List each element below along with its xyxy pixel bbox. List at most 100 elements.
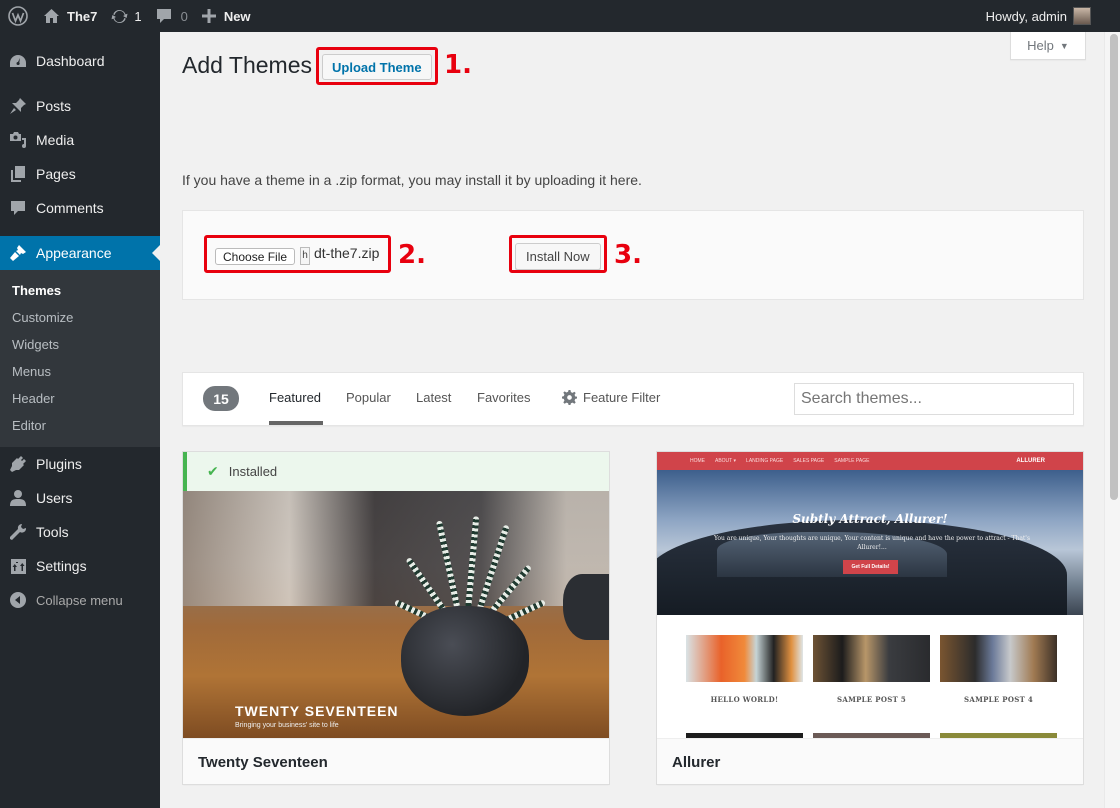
theme-name: Twenty Seventeen (183, 738, 609, 784)
collapse-icon (10, 592, 26, 608)
sidebar-item-dashboard[interactable]: Dashboard (0, 44, 160, 78)
main-content: Help ▼ Add Themes Upload Theme 1. If you… (160, 32, 1104, 808)
comments-link[interactable]: 0 (149, 0, 195, 32)
site-name-link[interactable]: The7 (36, 0, 104, 32)
site-name: The7 (67, 8, 98, 24)
current-tab-indicator (269, 421, 323, 425)
dashboard-icon (10, 55, 26, 67)
sidebar-item-media[interactable]: Media (0, 123, 160, 157)
sidebar-item-appearance[interactable]: Appearance (0, 236, 160, 270)
nav-item: LANDING PAGE (746, 458, 784, 464)
sidebar-item-tools[interactable]: Tools (0, 515, 160, 549)
sidebar-item-label: Pages (36, 166, 76, 182)
allurer-brand: ALLURER (1016, 458, 1045, 464)
theme-name: Allurer (657, 738, 1083, 784)
media-icon (10, 132, 26, 148)
sidebar-item-label: Posts (36, 98, 72, 114)
submenu-item-customize[interactable]: Customize (0, 304, 160, 331)
sidebar-item-pages[interactable]: Pages (0, 157, 160, 191)
plant-pot (401, 606, 529, 716)
post-card: SAMPLE POST 4 (940, 635, 1057, 716)
tab-favorites[interactable]: Favorites (477, 390, 530, 405)
allurer-posts: HELLO WORLD! SAMPLE POST 5 SAMPLE POST 4 (657, 615, 1083, 738)
theme-card-twenty-seventeen[interactable]: ✔ Installed TWENTY SEVENTEEN Bringing yo… (182, 451, 610, 785)
submenu-item-menus[interactable]: Menus (0, 358, 160, 385)
search-themes-input[interactable] (794, 383, 1074, 415)
collapse-menu-button[interactable]: Collapse menu (0, 583, 160, 617)
sidebar-item-label: Comments (36, 200, 104, 216)
theme-screenshot[interactable]: TWENTY SEVENTEEN Bringing your business'… (183, 452, 609, 738)
tab-featured[interactable]: Featured (269, 390, 321, 405)
feature-filter-button[interactable]: Feature Filter (562, 390, 660, 405)
updates-link[interactable]: 1 (104, 0, 148, 32)
checkmark-icon: ✔ (207, 463, 219, 479)
post-card: SAMPLE POST 5 (813, 635, 930, 716)
sidebar-item-label: Media (36, 132, 75, 148)
sidebar-item-label: Plugins (36, 456, 82, 472)
submenu-item-header[interactable]: Header (0, 385, 160, 412)
nav-item: ABOUT ▾ (715, 458, 737, 464)
selected-file-name: dt-the7.zip (314, 245, 380, 261)
sidebar-item-settings[interactable]: Settings (0, 549, 160, 583)
sidebar-item-posts[interactable]: Posts (0, 89, 160, 123)
annotation-step-1: 1. (444, 50, 472, 80)
caret-down-icon: ▼ (1059, 40, 1069, 51)
sidebar-item-label: Appearance (36, 245, 112, 261)
hero-heading: Subtly Attract, Allurer! (792, 512, 948, 526)
user-icon (10, 490, 26, 506)
hero-cta: Get Full Details! (843, 560, 898, 574)
wordpress-icon (8, 6, 28, 26)
sidebar-item-users[interactable]: Users (0, 481, 160, 515)
screenshot-tagline: Bringing your business' site to life (235, 722, 339, 729)
sidebar-item-label: Tools (36, 524, 69, 540)
new-content-link[interactable]: New (195, 0, 258, 32)
settings-icon (10, 558, 26, 574)
greeting: Howdy, admin (985, 8, 1067, 24)
tab-latest[interactable]: Latest (416, 390, 451, 405)
submenu-item-themes[interactable]: Themes (0, 277, 160, 304)
submenu-item-editor[interactable]: Editor (0, 412, 160, 439)
file-icon: h (300, 247, 310, 265)
help-tab-button[interactable]: Help ▼ (1010, 32, 1086, 60)
install-now-button[interactable]: Install Now (515, 243, 601, 270)
collapse-label: Collapse menu (36, 592, 123, 608)
post-card: HELLO WORLD! (686, 635, 803, 716)
post-title: HELLO WORLD! (710, 694, 779, 704)
nav-item: SAMPLE PAGE (834, 458, 870, 464)
screenshot-site-title: TWENTY SEVENTEEN (235, 703, 399, 719)
twenty-seventeen-screenshot: TWENTY SEVENTEEN Bringing your business'… (183, 491, 609, 738)
page-title: Add Themes (182, 52, 312, 78)
plus-icon (201, 9, 216, 23)
admin-sidebar: Dashboard Posts Media Pages Comments App… (0, 32, 160, 808)
allurer-hero: Subtly Attract, Allurer! You are unique,… (657, 470, 1083, 615)
wrench-icon (10, 523, 27, 540)
post-title: SAMPLE POST 4 (963, 694, 1034, 704)
nav-item: SALES PAGE (793, 458, 825, 464)
sidebar-item-plugins[interactable]: Plugins (0, 447, 160, 481)
sidebar-item-comments[interactable]: Comments (0, 191, 160, 225)
admin-bar: The7 1 0 New Howdy, admin (0, 0, 1120, 32)
background-pot (563, 574, 609, 640)
help-label: Help (1027, 38, 1054, 53)
sidebar-item-label: Dashboard (36, 53, 105, 69)
theme-screenshot[interactable]: HOME ABOUT ▾ LANDING PAGE SALES PAGE SAM… (657, 452, 1083, 738)
feature-filter-label: Feature Filter (583, 390, 661, 405)
plug-icon (10, 456, 26, 472)
brush-icon (10, 245, 26, 261)
updates-count: 1 (134, 8, 142, 24)
scrollbar-thumb[interactable] (1110, 34, 1118, 500)
submenu-item-widgets[interactable]: Widgets (0, 331, 160, 358)
annotation-step-3: 3. (614, 240, 642, 270)
choose-file-button[interactable]: Choose File (215, 248, 296, 265)
comment-icon (156, 8, 171, 23)
my-account-link[interactable]: Howdy, admin (979, 0, 1098, 32)
page-scrollbar[interactable] (1104, 32, 1120, 808)
new-label: New (223, 8, 251, 24)
wordpress-logo-button[interactable] (0, 0, 36, 32)
annotation-step-2: 2. (398, 240, 426, 270)
theme-filter-bar: 15 Featured Popular Latest Favorites Fea… (182, 372, 1084, 426)
upload-theme-button[interactable]: Upload Theme (322, 54, 432, 80)
tab-popular[interactable]: Popular (346, 390, 391, 405)
theme-card-allurer[interactable]: HOME ABOUT ▾ LANDING PAGE SALES PAGE SAM… (656, 451, 1084, 785)
installed-label: Installed (228, 464, 278, 479)
